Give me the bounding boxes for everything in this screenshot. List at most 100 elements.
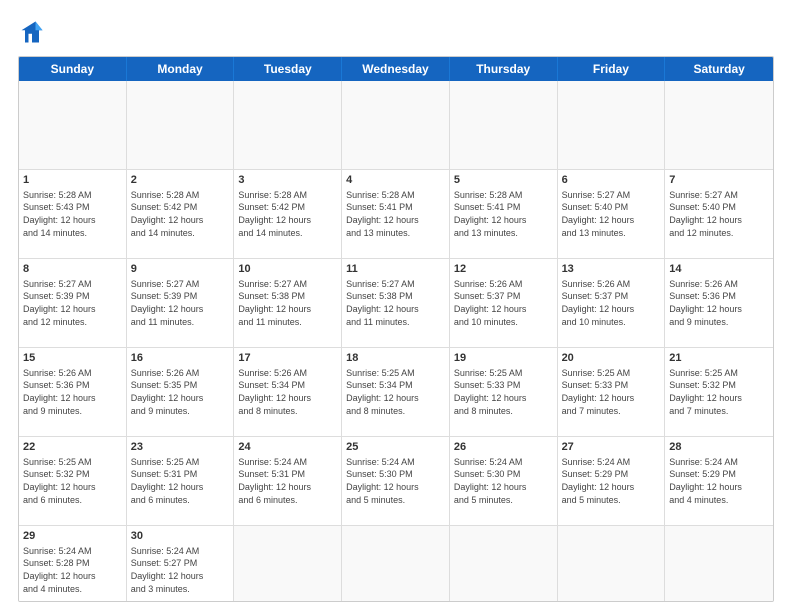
calendar-week-2: 8Sunrise: 5:27 AM Sunset: 5:39 PM Daylig… <box>19 259 773 348</box>
calendar-cell-w1c2: 3Sunrise: 5:28 AM Sunset: 5:42 PM Daylig… <box>234 170 342 258</box>
calendar-week-1: 1Sunrise: 5:28 AM Sunset: 5:43 PM Daylig… <box>19 170 773 259</box>
calendar-cell-w1c5: 6Sunrise: 5:27 AM Sunset: 5:40 PM Daylig… <box>558 170 666 258</box>
day-info: Sunrise: 5:27 AM Sunset: 5:40 PM Dayligh… <box>562 189 661 239</box>
header-saturday: Saturday <box>665 57 773 81</box>
calendar-cell-w0c4 <box>450 81 558 169</box>
header-wednesday: Wednesday <box>342 57 450 81</box>
calendar-cell-w0c0 <box>19 81 127 169</box>
calendar-cell-w2c5: 13Sunrise: 5:26 AM Sunset: 5:37 PM Dayli… <box>558 259 666 347</box>
day-number: 25 <box>346 440 445 455</box>
day-number: 24 <box>238 440 337 455</box>
calendar-cell-w4c2: 24Sunrise: 5:24 AM Sunset: 5:31 PM Dayli… <box>234 437 342 525</box>
calendar-week-4: 22Sunrise: 5:25 AM Sunset: 5:32 PM Dayli… <box>19 437 773 526</box>
day-number: 5 <box>454 173 553 188</box>
calendar: Sunday Monday Tuesday Wednesday Thursday… <box>18 56 774 602</box>
day-number: 22 <box>23 440 122 455</box>
day-info: Sunrise: 5:26 AM Sunset: 5:36 PM Dayligh… <box>669 278 769 328</box>
day-info: Sunrise: 5:25 AM Sunset: 5:31 PM Dayligh… <box>131 456 230 506</box>
page: Sunday Monday Tuesday Wednesday Thursday… <box>0 0 792 612</box>
calendar-cell-w0c3 <box>342 81 450 169</box>
calendar-cell-w2c2: 10Sunrise: 5:27 AM Sunset: 5:38 PM Dayli… <box>234 259 342 347</box>
calendar-cell-w3c6: 21Sunrise: 5:25 AM Sunset: 5:32 PM Dayli… <box>665 348 773 436</box>
calendar-cell-w1c6: 7Sunrise: 5:27 AM Sunset: 5:40 PM Daylig… <box>665 170 773 258</box>
day-number: 20 <box>562 351 661 366</box>
day-number: 14 <box>669 262 769 277</box>
calendar-cell-w0c6 <box>665 81 773 169</box>
calendar-cell-w2c1: 9Sunrise: 5:27 AM Sunset: 5:39 PM Daylig… <box>127 259 235 347</box>
calendar-cell-w5c2 <box>234 526 342 602</box>
calendar-cell-w3c3: 18Sunrise: 5:25 AM Sunset: 5:34 PM Dayli… <box>342 348 450 436</box>
day-info: Sunrise: 5:25 AM Sunset: 5:33 PM Dayligh… <box>562 367 661 417</box>
day-info: Sunrise: 5:24 AM Sunset: 5:27 PM Dayligh… <box>131 545 230 595</box>
day-info: Sunrise: 5:26 AM Sunset: 5:37 PM Dayligh… <box>562 278 661 328</box>
calendar-header: Sunday Monday Tuesday Wednesday Thursday… <box>19 57 773 81</box>
day-info: Sunrise: 5:28 AM Sunset: 5:42 PM Dayligh… <box>238 189 337 239</box>
day-info: Sunrise: 5:27 AM Sunset: 5:39 PM Dayligh… <box>23 278 122 328</box>
day-info: Sunrise: 5:26 AM Sunset: 5:37 PM Dayligh… <box>454 278 553 328</box>
day-number: 13 <box>562 262 661 277</box>
day-info: Sunrise: 5:28 AM Sunset: 5:42 PM Dayligh… <box>131 189 230 239</box>
header-monday: Monday <box>127 57 235 81</box>
header-friday: Friday <box>558 57 666 81</box>
day-number: 21 <box>669 351 769 366</box>
header-sunday: Sunday <box>19 57 127 81</box>
day-number: 9 <box>131 262 230 277</box>
day-number: 6 <box>562 173 661 188</box>
day-number: 10 <box>238 262 337 277</box>
day-info: Sunrise: 5:28 AM Sunset: 5:41 PM Dayligh… <box>346 189 445 239</box>
day-number: 29 <box>23 529 122 544</box>
calendar-cell-w1c0: 1Sunrise: 5:28 AM Sunset: 5:43 PM Daylig… <box>19 170 127 258</box>
day-info: Sunrise: 5:24 AM Sunset: 5:31 PM Dayligh… <box>238 456 337 506</box>
calendar-cell-w5c4 <box>450 526 558 602</box>
day-info: Sunrise: 5:24 AM Sunset: 5:30 PM Dayligh… <box>346 456 445 506</box>
calendar-cell-w2c0: 8Sunrise: 5:27 AM Sunset: 5:39 PM Daylig… <box>19 259 127 347</box>
calendar-cell-w3c2: 17Sunrise: 5:26 AM Sunset: 5:34 PM Dayli… <box>234 348 342 436</box>
calendar-cell-w5c5 <box>558 526 666 602</box>
calendar-cell-w3c5: 20Sunrise: 5:25 AM Sunset: 5:33 PM Dayli… <box>558 348 666 436</box>
day-info: Sunrise: 5:24 AM Sunset: 5:29 PM Dayligh… <box>669 456 769 506</box>
calendar-cell-w1c4: 5Sunrise: 5:28 AM Sunset: 5:41 PM Daylig… <box>450 170 558 258</box>
calendar-cell-w5c0: 29Sunrise: 5:24 AM Sunset: 5:28 PM Dayli… <box>19 526 127 602</box>
day-info: Sunrise: 5:28 AM Sunset: 5:43 PM Dayligh… <box>23 189 122 239</box>
logo <box>18 18 48 46</box>
calendar-cell-w4c0: 22Sunrise: 5:25 AM Sunset: 5:32 PM Dayli… <box>19 437 127 525</box>
day-number: 11 <box>346 262 445 277</box>
day-number: 19 <box>454 351 553 366</box>
day-number: 7 <box>669 173 769 188</box>
day-number: 1 <box>23 173 122 188</box>
calendar-week-3: 15Sunrise: 5:26 AM Sunset: 5:36 PM Dayli… <box>19 348 773 437</box>
calendar-cell-w2c3: 11Sunrise: 5:27 AM Sunset: 5:38 PM Dayli… <box>342 259 450 347</box>
header-thursday: Thursday <box>450 57 558 81</box>
calendar-cell-w2c4: 12Sunrise: 5:26 AM Sunset: 5:37 PM Dayli… <box>450 259 558 347</box>
day-number: 23 <box>131 440 230 455</box>
calendar-cell-w5c6 <box>665 526 773 602</box>
header-tuesday: Tuesday <box>234 57 342 81</box>
calendar-cell-w0c1 <box>127 81 235 169</box>
day-info: Sunrise: 5:26 AM Sunset: 5:35 PM Dayligh… <box>131 367 230 417</box>
calendar-cell-w3c0: 15Sunrise: 5:26 AM Sunset: 5:36 PM Dayli… <box>19 348 127 436</box>
day-info: Sunrise: 5:26 AM Sunset: 5:34 PM Dayligh… <box>238 367 337 417</box>
header <box>18 18 774 46</box>
calendar-cell-w1c1: 2Sunrise: 5:28 AM Sunset: 5:42 PM Daylig… <box>127 170 235 258</box>
day-info: Sunrise: 5:24 AM Sunset: 5:30 PM Dayligh… <box>454 456 553 506</box>
day-info: Sunrise: 5:25 AM Sunset: 5:33 PM Dayligh… <box>454 367 553 417</box>
day-info: Sunrise: 5:24 AM Sunset: 5:28 PM Dayligh… <box>23 545 122 595</box>
day-number: 8 <box>23 262 122 277</box>
day-number: 16 <box>131 351 230 366</box>
day-info: Sunrise: 5:26 AM Sunset: 5:36 PM Dayligh… <box>23 367 122 417</box>
calendar-cell-w4c3: 25Sunrise: 5:24 AM Sunset: 5:30 PM Dayli… <box>342 437 450 525</box>
day-number: 18 <box>346 351 445 366</box>
calendar-cell-w0c2 <box>234 81 342 169</box>
calendar-week-5: 29Sunrise: 5:24 AM Sunset: 5:28 PM Dayli… <box>19 526 773 602</box>
day-number: 2 <box>131 173 230 188</box>
calendar-cell-w1c3: 4Sunrise: 5:28 AM Sunset: 5:41 PM Daylig… <box>342 170 450 258</box>
calendar-cell-w3c4: 19Sunrise: 5:25 AM Sunset: 5:33 PM Dayli… <box>450 348 558 436</box>
calendar-cell-w4c5: 27Sunrise: 5:24 AM Sunset: 5:29 PM Dayli… <box>558 437 666 525</box>
day-number: 12 <box>454 262 553 277</box>
day-number: 27 <box>562 440 661 455</box>
day-number: 30 <box>131 529 230 544</box>
day-number: 26 <box>454 440 553 455</box>
day-number: 28 <box>669 440 769 455</box>
day-number: 15 <box>23 351 122 366</box>
day-info: Sunrise: 5:25 AM Sunset: 5:32 PM Dayligh… <box>669 367 769 417</box>
